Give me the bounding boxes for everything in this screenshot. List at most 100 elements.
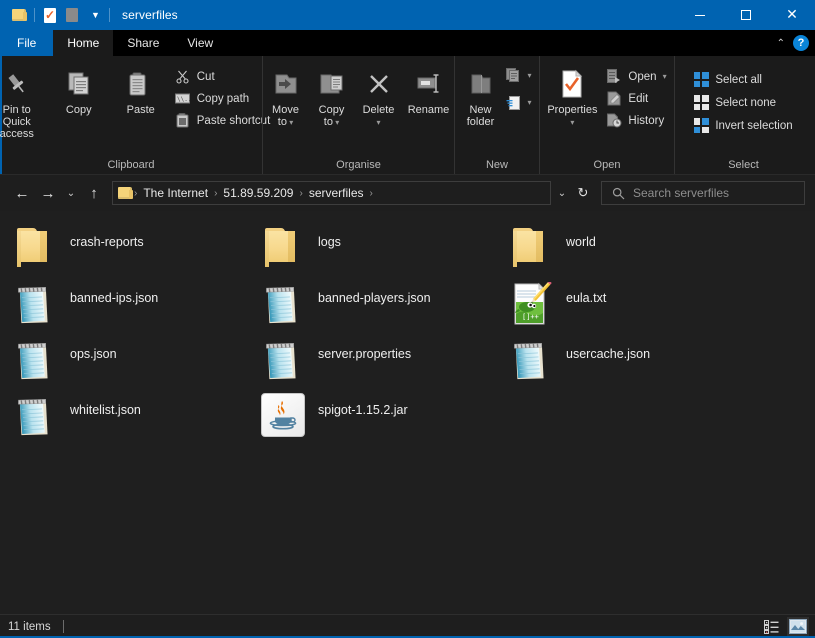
new-group-label: New: [485, 159, 508, 171]
list-item[interactable]: spigot-1.15.2.jar: [254, 389, 502, 445]
history-button[interactable]: History: [603, 110, 672, 131]
explorer-folder-icon[interactable]: [8, 4, 30, 26]
list-item[interactable]: whitelist.json: [6, 389, 254, 445]
properties-icon[interactable]: [39, 4, 61, 26]
minimize-button[interactable]: [677, 0, 723, 30]
tab-file[interactable]: File: [0, 30, 54, 56]
invert-selection-button[interactable]: Invert selection: [690, 115, 798, 136]
ribbon-group-select: Select all Select none Invert selection: [674, 56, 812, 174]
easy-access-button[interactable]: ▾: [505, 92, 538, 113]
ribbon-group-organise: Move to ▾ Copy to ▾ Delete ▾ Rename Orga…: [262, 56, 454, 174]
ribbon: Pin to Quick access Copy Paste Cut \\. C…: [0, 56, 815, 175]
list-item[interactable]: ops.json: [6, 333, 254, 389]
list-item[interactable]: crash-reports: [6, 221, 254, 277]
file-name: ops.json: [70, 347, 117, 361]
java-jar-file-icon: [260, 393, 306, 441]
paste-shortcut-icon: [175, 113, 191, 129]
edit-pencil-icon: [606, 91, 622, 107]
move-to-label: Move to ▾: [272, 104, 299, 128]
properties-button[interactable]: Properties ▾: [541, 63, 603, 133]
move-to-button[interactable]: Move to ▾: [263, 63, 309, 133]
customize-qat-chevron-down-icon[interactable]: ▼: [83, 4, 105, 26]
list-item[interactable]: server.properties: [254, 333, 502, 389]
notepad-file-icon: [260, 281, 306, 329]
collapse-ribbon-chevron-up-icon[interactable]: ⌃: [777, 38, 785, 49]
list-item[interactable]: []++ eula.txt: [502, 277, 750, 333]
tab-share[interactable]: Share: [113, 30, 173, 56]
help-button[interactable]: ?: [793, 35, 809, 51]
open-small-commands: Open ▾ Edit History: [603, 63, 672, 131]
copy-to-button[interactable]: Copy to ▾: [309, 63, 355, 133]
list-item[interactable]: logs: [254, 221, 502, 277]
copy-path-label: Copy path: [196, 92, 250, 105]
select-none-label: Select none: [715, 96, 777, 109]
breadcrumb-item-serverfiles[interactable]: serverfiles: [304, 184, 369, 202]
pin-to-quick-access-button[interactable]: Pin to Quick access: [0, 63, 48, 145]
new-folder-button[interactable]: New folder: [457, 63, 505, 133]
paste-button[interactable]: Paste: [110, 63, 172, 121]
open-icon: [606, 69, 622, 85]
list-item[interactable]: banned-players.json: [254, 277, 502, 333]
select-all-button[interactable]: Select all: [690, 69, 798, 90]
file-list[interactable]: crash-reports logs world banned-ips.json…: [0, 211, 815, 614]
breadcrumb-folder-icon: [117, 185, 133, 201]
delete-button[interactable]: Delete ▾: [355, 63, 403, 133]
breadcrumb-item-the-internet[interactable]: The Internet: [138, 184, 213, 202]
new-item-chevron-down-icon[interactable]: ▾: [528, 71, 532, 80]
list-item[interactable]: usercache.json: [502, 333, 750, 389]
maximize-button[interactable]: [723, 0, 769, 30]
close-button[interactable]: ✕: [769, 0, 815, 30]
pin-to-quick-access-label: Pin to Quick access: [0, 104, 34, 140]
open-group-label: Open: [593, 159, 621, 171]
large-icons-view-button[interactable]: [787, 616, 809, 637]
tab-home[interactable]: Home: [53, 30, 114, 56]
open-chevron-down-icon[interactable]: ▾: [663, 72, 667, 81]
ribbon-tabs-right: ⌃ ?: [777, 30, 809, 56]
recent-locations-chevron-down-icon[interactable]: ⌄: [62, 181, 80, 205]
rename-label: Rename: [407, 104, 450, 116]
select-none-icon: [693, 95, 709, 111]
file-name: logs: [318, 235, 341, 249]
edit-button[interactable]: Edit: [603, 88, 672, 109]
details-view-button[interactable]: [761, 617, 783, 637]
back-button[interactable]: ←: [10, 181, 34, 205]
list-item[interactable]: world: [502, 221, 750, 277]
file-name: whitelist.json: [70, 403, 141, 417]
up-button[interactable]: ↑: [82, 181, 106, 205]
organise-group-label: Organise: [336, 159, 381, 171]
tab-view[interactable]: View: [173, 30, 227, 56]
folder-icon: [12, 225, 58, 273]
item-count: 11 items: [8, 620, 51, 633]
notepad-file-icon: [260, 337, 306, 385]
file-name: banned-ips.json: [70, 291, 159, 305]
select-commands: Select all Select none Invert selection: [690, 63, 798, 136]
address-dropdown-chevron-down-icon[interactable]: ⌄: [553, 181, 571, 205]
select-all-label: Select all: [715, 73, 762, 86]
refresh-button[interactable]: ↻: [571, 181, 595, 205]
breadcrumb-bar[interactable]: › The Internet › 51.89.59.209 › serverfi…: [112, 181, 551, 205]
easy-access-chevron-down-icon[interactable]: ▾: [528, 98, 532, 107]
search-input[interactable]: Search serverfiles: [633, 186, 729, 200]
new-folder-icon[interactable]: [61, 4, 83, 26]
new-item-button[interactable]: ▾: [505, 65, 538, 86]
breadcrumb-item-host[interactable]: 51.89.59.209: [218, 184, 298, 202]
copy-button[interactable]: Copy: [48, 63, 110, 121]
svg-text:\\..: \\..: [177, 96, 190, 103]
address-bar-right: ⌄ ↻ Search serverfiles: [553, 181, 805, 205]
paste-label: Paste: [126, 104, 155, 116]
new-item-icon: [505, 68, 522, 84]
notepad-file-icon: [508, 337, 554, 385]
open-button[interactable]: Open ▾: [603, 66, 672, 87]
forward-button[interactable]: →: [36, 181, 60, 205]
select-group-label: Select: [728, 159, 759, 171]
search-box[interactable]: Search serverfiles: [601, 181, 805, 205]
notepad-file-icon: [12, 393, 58, 441]
quick-access-toolbar: ▼: [0, 0, 114, 30]
list-item[interactable]: banned-ips.json: [6, 277, 254, 333]
notepad-file-icon: [12, 337, 58, 385]
select-none-button[interactable]: Select none: [690, 92, 798, 113]
rename-button[interactable]: Rename: [403, 63, 455, 121]
delete-x-icon: [366, 68, 392, 100]
new-folder-icon: [468, 68, 494, 100]
ribbon-group-clipboard: Pin to Quick access Copy Paste Cut \\. C…: [0, 56, 270, 174]
